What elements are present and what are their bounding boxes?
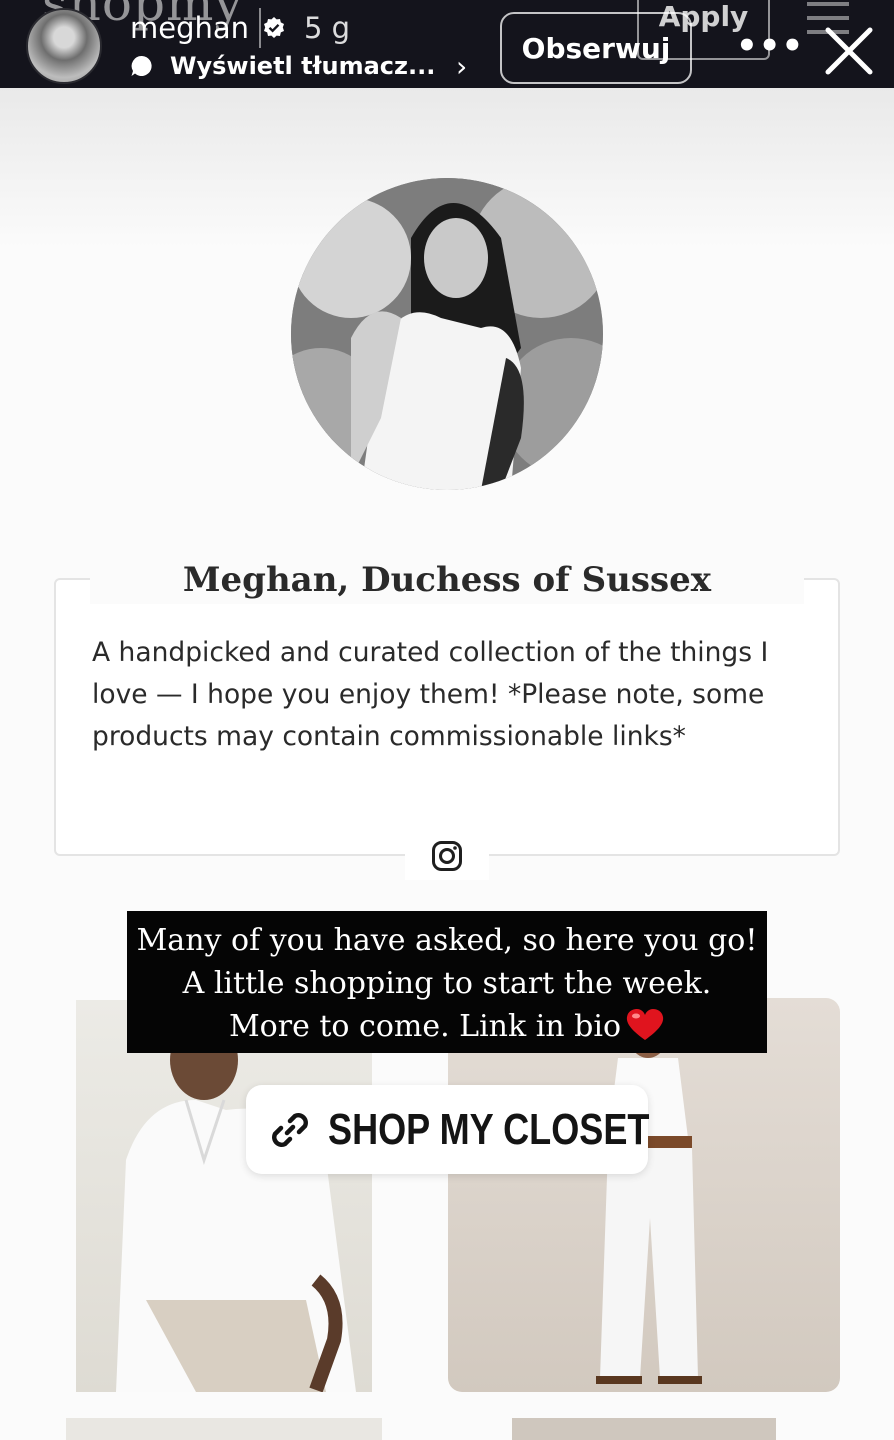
story-username[interactable]: meghan [130, 8, 249, 48]
profile-photo [291, 178, 603, 490]
translate-link[interactable]: Wyświetl tłumacz... › [130, 48, 467, 84]
product-tile-3[interactable] [66, 1418, 382, 1440]
instagram-link[interactable] [405, 832, 489, 880]
caption-line-1: Many of you have asked, so here you go! [136, 923, 758, 958]
more-options-button[interactable]: ••• [736, 26, 804, 66]
profile-name: Meghan, Duchess of Sussex [90, 556, 804, 604]
close-icon[interactable] [822, 24, 876, 78]
chevron-right-icon: › [456, 50, 468, 83]
avatar[interactable] [26, 8, 102, 84]
story-time: 5 g [304, 11, 351, 45]
shop-page: Meghan, Duchess of Sussex A handpicked a… [0, 0, 894, 1440]
verified-badge-icon [264, 17, 284, 38]
caption-line-2: A little shopping to start the week. [182, 966, 712, 1001]
product-tile-white-shirt[interactable] [76, 1000, 372, 1392]
profile-bio: A handpicked and curated collection of t… [92, 637, 769, 752]
caption-line-3: More to come. Link in bio [228, 1009, 622, 1044]
background-divider [259, 8, 261, 48]
caption-line-3-wrap: More to come. Link in bio [127, 1005, 767, 1048]
link-icon [272, 1112, 308, 1147]
speech-bubble-icon [131, 55, 152, 76]
instagram-icon [432, 841, 462, 871]
story-header: shopmy meghan 5 g Wyświetl tłumacz... › … [0, 0, 894, 88]
link-sticker-label: SHOP MY CLOSET [328, 1104, 650, 1154]
translate-label: Wyświetl tłumacz... [170, 52, 436, 80]
follow-button[interactable]: Obserwuj [500, 12, 692, 84]
product-tile-white-trousers[interactable] [448, 998, 840, 1392]
heart-emoji-icon [626, 1009, 664, 1040]
story-caption: Many of you have asked, so here you go! … [127, 911, 767, 1053]
shop-my-closet-link-sticker[interactable]: SHOP MY CLOSET [246, 1085, 650, 1174]
product-tile-4[interactable] [512, 1418, 776, 1440]
